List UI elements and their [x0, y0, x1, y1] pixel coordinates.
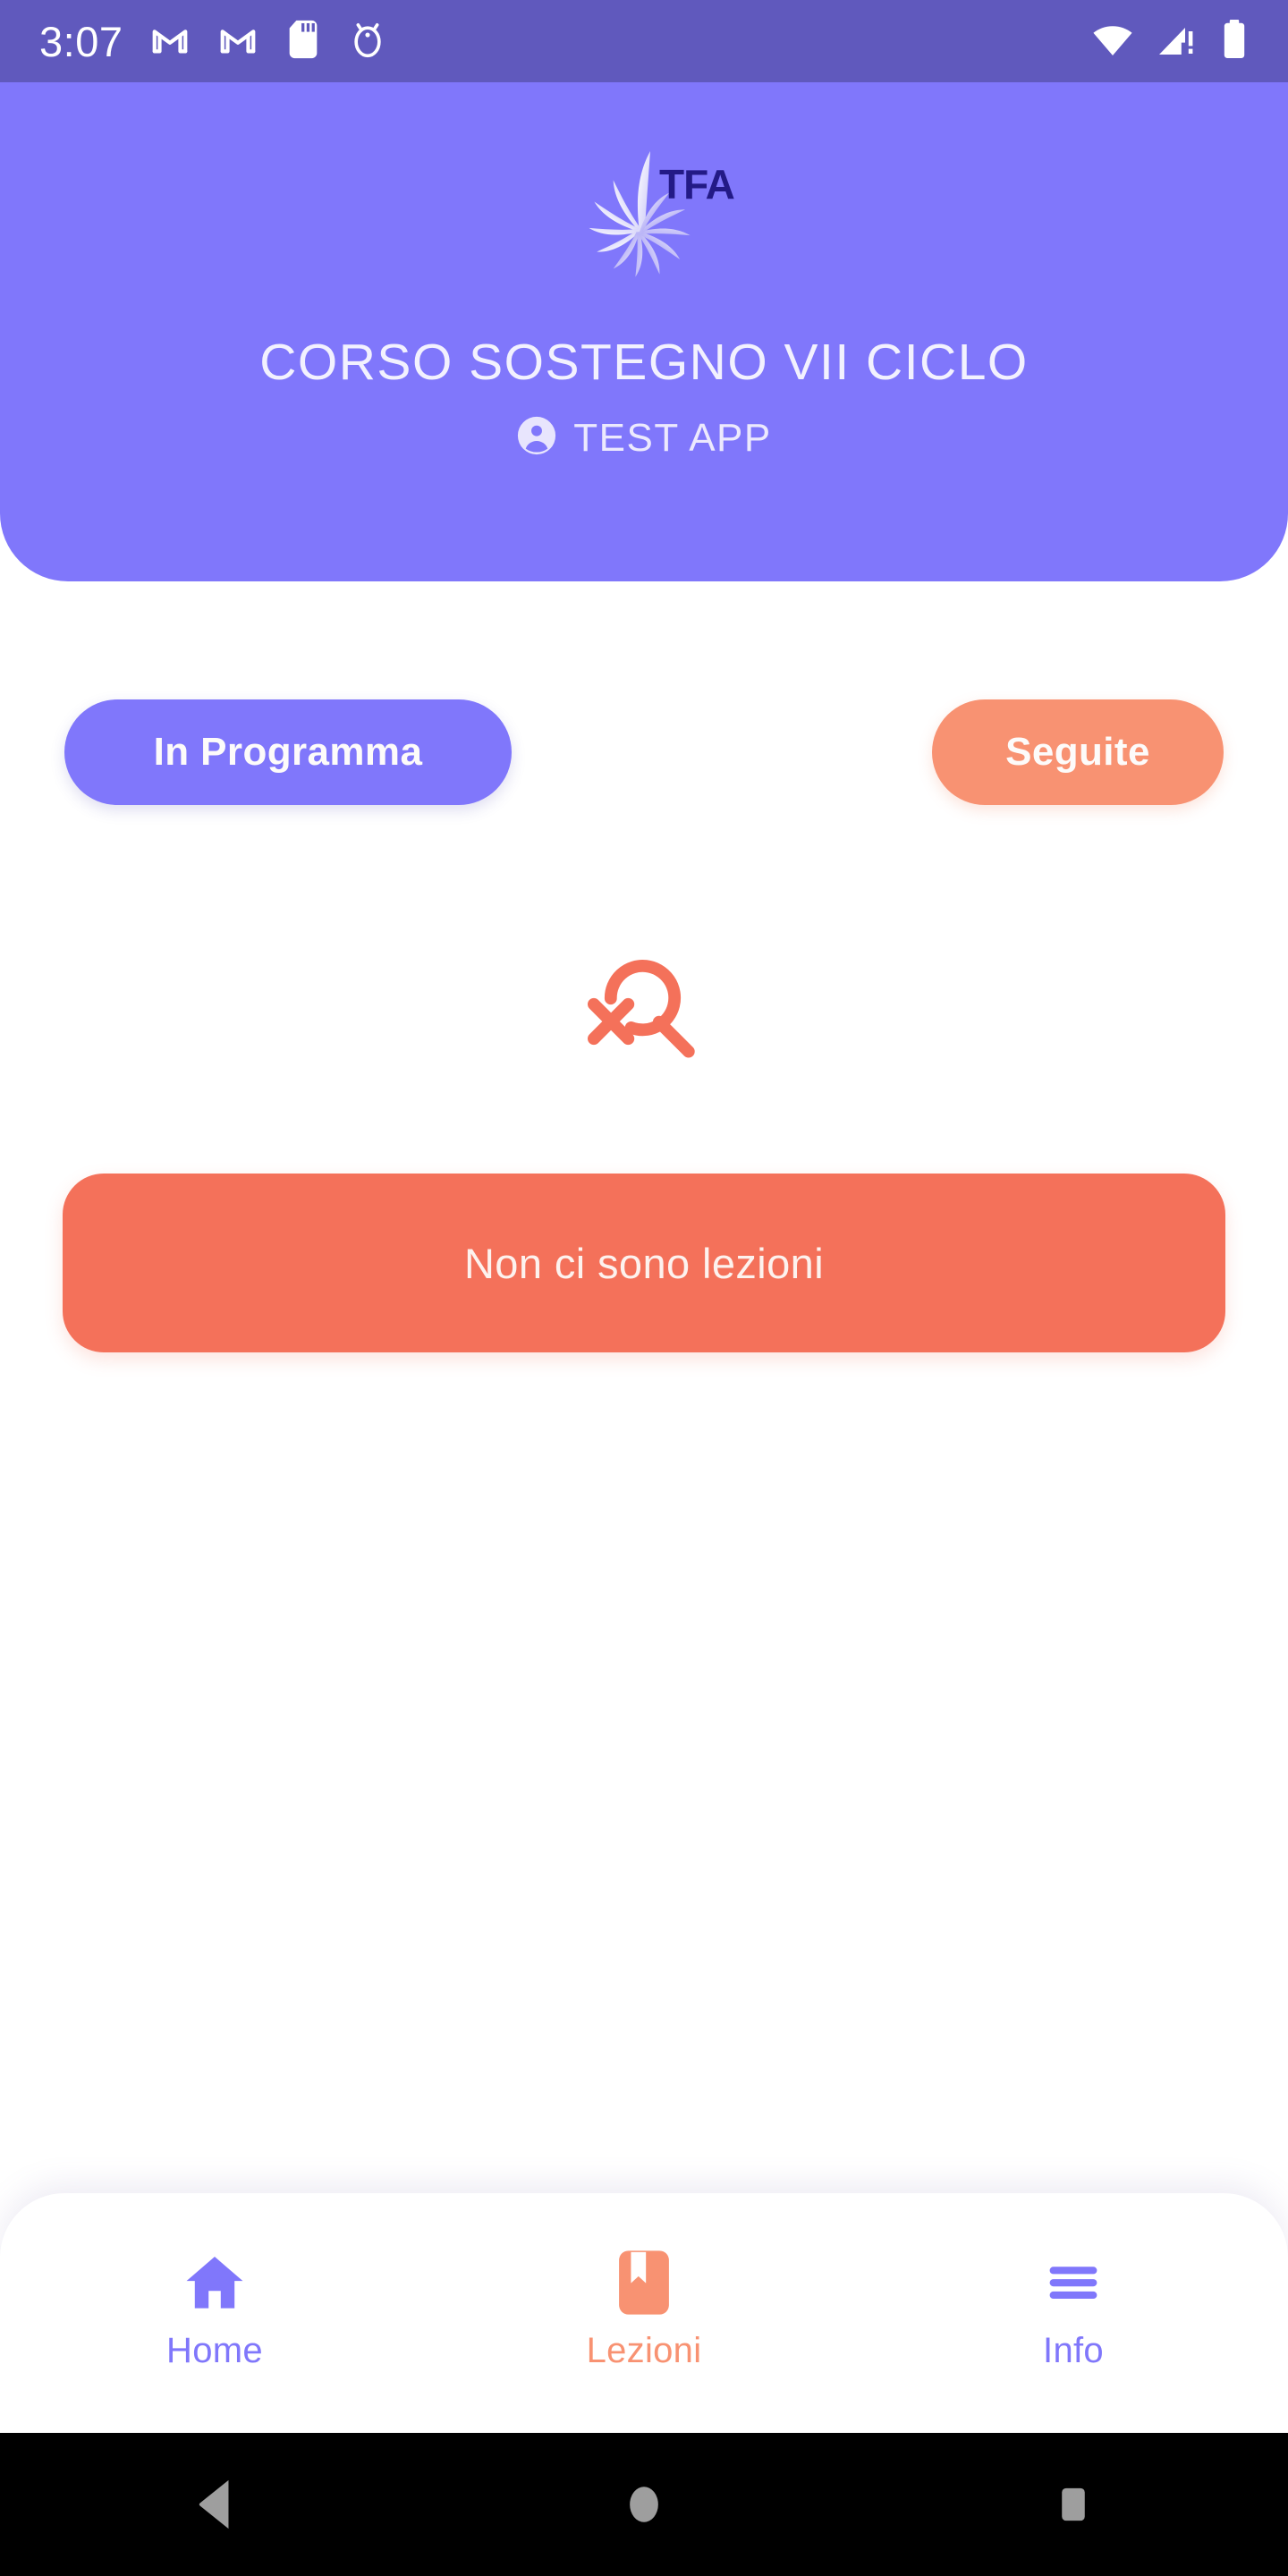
user-name: TEST APP — [573, 415, 772, 460]
battery-icon — [1220, 18, 1249, 65]
status-bar-right-group — [1091, 18, 1249, 65]
status-bar: 3:07 — [0, 0, 1288, 82]
nav-item-home[interactable]: Home — [0, 2193, 429, 2371]
gmail-icon — [217, 19, 258, 64]
book-icon — [616, 2245, 672, 2320]
filter-in-programma-button[interactable]: In Programma — [64, 699, 512, 805]
app-screen: 3:07 TFA CORSO SOSTEGNO VII CICLO TEST A… — [0, 0, 1288, 2576]
filter-seguite-button[interactable]: Seguite — [932, 699, 1224, 805]
sd-card-icon — [285, 19, 321, 64]
tfa-sunburst-logo: TFA — [550, 138, 738, 308]
nav-label-info: Info — [1043, 2331, 1104, 2370]
recents-square-icon[interactable] — [1020, 2451, 1127, 2558]
status-bar-left-group: 3:07 — [39, 19, 387, 64]
empty-state-icon-wrap — [0, 944, 1288, 1066]
status-bar-clock: 3:07 — [39, 17, 123, 65]
no-lessons-text: Non ci sono lezioni — [463, 1239, 825, 1287]
svg-text:TFA: TFA — [659, 161, 734, 208]
bottom-navigation-bar: Home Lezioni Info — [0, 2193, 1288, 2433]
filter-row: In Programma Seguite — [0, 699, 1288, 805]
wifi-icon — [1091, 18, 1134, 65]
hamburger-menu-icon — [1041, 2245, 1106, 2320]
home-circle-icon[interactable] — [590, 2451, 698, 2558]
nav-item-lezioni[interactable]: Lezioni — [429, 2193, 859, 2371]
android-head-icon — [348, 19, 387, 64]
nav-item-info[interactable]: Info — [859, 2193, 1288, 2371]
home-icon — [182, 2245, 248, 2320]
nav-label-home: Home — [166, 2331, 263, 2370]
android-system-navigation-bar — [0, 2433, 1288, 2576]
account-circle-icon — [516, 415, 557, 461]
cellular-signal-warning-icon — [1156, 18, 1199, 65]
app-header: TFA CORSO SOSTEGNO VII CICLO TEST APP — [0, 82, 1288, 581]
gmail-icon — [149, 19, 191, 64]
back-triangle-icon[interactable] — [161, 2451, 268, 2558]
no-lessons-banner: Non ci sono lezioni — [63, 1174, 1225, 1352]
user-row: TEST APP — [516, 415, 772, 461]
nav-label-lezioni: Lezioni — [586, 2331, 702, 2370]
search-not-found-icon — [577, 944, 711, 1066]
page-title: CORSO SOSTEGNO VII CICLO — [259, 334, 1029, 391]
